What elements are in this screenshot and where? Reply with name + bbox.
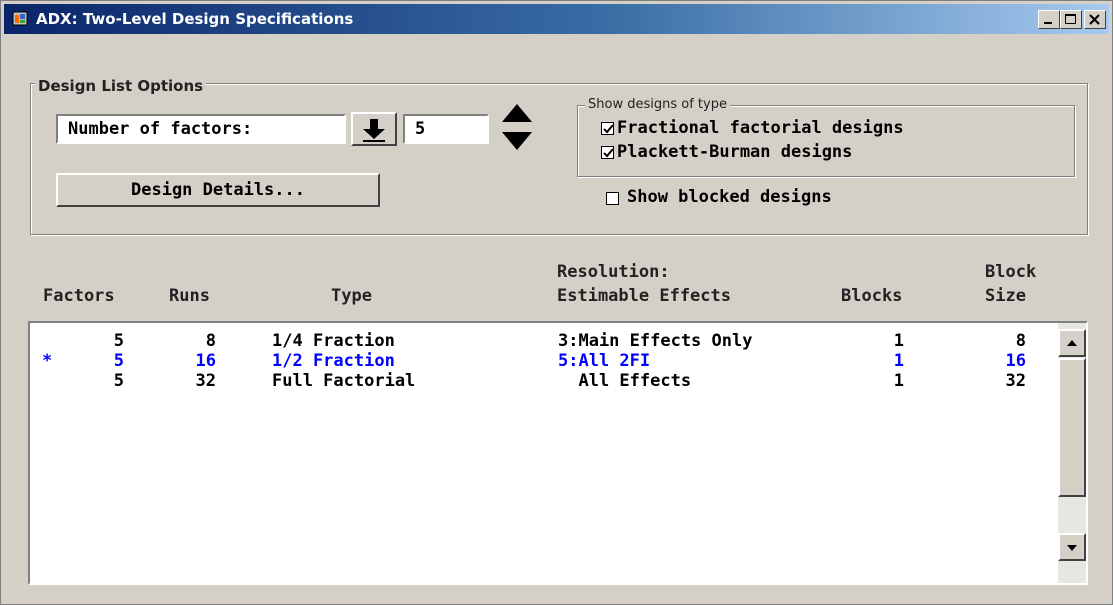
plackett-burman-label: Plackett-Burman designs [617,142,853,162]
sas-app-icon [12,11,28,26]
spin-down-button[interactable] [497,128,537,158]
close-icon [1089,14,1100,25]
window-title: ADX: Two-Level Design Specifications [36,10,354,28]
checkmark-icon [603,124,614,134]
cell-block-size: 16 [1005,351,1026,371]
cell-resolution: 5:All 2FI [558,351,651,371]
triangle-down-icon [502,132,532,150]
cell-runs: 32 [195,371,216,391]
triangle-up-icon [502,104,532,122]
cell-type: Full Factorial [272,371,416,391]
table-row-selected[interactable]: * 5 16 1/2 Fraction 5:All 2FI 1 16 [30,351,1050,371]
spin-up-button[interactable] [497,98,537,128]
row-marker: * [42,351,53,371]
cell-type: 1/4 Fraction [272,331,395,351]
cell-block-size: 8 [1015,331,1026,351]
number-of-factors-label: Number of factors: [56,114,346,144]
scroll-down-button[interactable] [1058,533,1086,561]
cell-blocks: 1 [893,351,904,371]
adx-window: ADX: Two-Level Design Specifications Des… [0,0,1113,605]
vertical-scrollbar[interactable] [1058,323,1086,583]
factors-dropdown-button[interactable] [351,112,397,146]
cell-resolution: 3:Main Effects Only [558,331,753,351]
header-block-size-line2: Size [985,286,1026,306]
header-blocks: Blocks [841,286,903,306]
fractional-factorial-checkbox[interactable] [601,122,614,135]
scroll-down-icon [1067,545,1077,551]
header-factors: Factors [43,286,115,306]
cell-runs: 16 [195,351,216,371]
design-list-options-label: Design List Options [35,77,207,95]
cell-factors: 5 [113,331,124,351]
show-designs-group [577,105,1075,177]
cell-blocks: 1 [893,371,904,391]
design-details-button[interactable]: Design Details... [56,173,380,207]
scroll-up-icon [1067,340,1077,346]
header-runs: Runs [169,286,210,306]
cell-runs: 8 [205,331,216,351]
design-list[interactable]: 5 8 1/4 Fraction 3:Main Effects Only 1 8… [28,321,1088,585]
maximize-button[interactable] [1060,10,1082,29]
header-block-size-line1: Block [985,262,1037,282]
table-row[interactable]: 5 8 1/4 Fraction 3:Main Effects Only 1 8 [30,331,1050,351]
minimize-button[interactable] [1038,10,1060,29]
checkmark-icon [603,148,614,158]
cell-resolution: All Effects [558,371,692,391]
show-designs-label: Show designs of type [585,97,730,112]
down-arrow-icon [363,119,385,142]
header-resolution-line2: Estimable Effects [557,286,731,306]
table-row[interactable]: 5 32 Full Factorial All Effects 1 32 [30,371,1050,391]
fractional-factorial-label: Fractional factorial designs [617,118,904,138]
scroll-up-button[interactable] [1058,329,1086,357]
cell-block-size: 32 [1005,371,1026,391]
cell-factors: 5 [113,351,124,371]
close-button[interactable] [1084,10,1106,29]
maximize-icon [1065,14,1076,24]
show-blocked-label: Show blocked designs [627,187,832,207]
header-resolution-line1: Resolution: [557,262,670,282]
plackett-burman-checkbox[interactable] [601,146,614,159]
minimize-icon [1044,22,1052,24]
show-blocked-checkbox[interactable] [606,192,619,205]
cell-blocks: 1 [893,331,904,351]
title-bar[interactable]: ADX: Two-Level Design Specifications [4,4,1109,34]
header-type: Type [331,286,372,306]
cell-type: 1/2 Fraction [272,351,395,371]
number-of-factors-input[interactable]: 5 [403,114,489,144]
cell-factors: 5 [113,371,124,391]
scroll-thumb[interactable] [1058,358,1086,497]
